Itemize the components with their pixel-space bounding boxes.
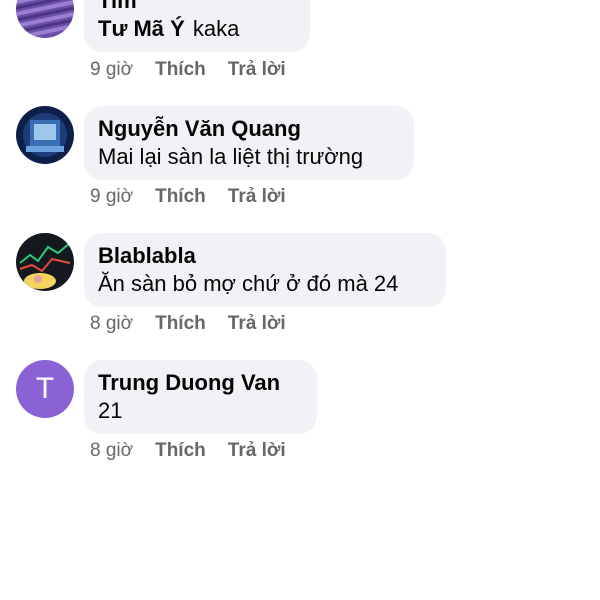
- comment-text: Ăn sàn bỏ mợ chứ ở đó mà 24: [98, 271, 399, 296]
- comment-actions: 9 giờ Thích Trả lời: [90, 59, 308, 81]
- reply-button[interactable]: Trả lời: [228, 59, 286, 80]
- mention-link[interactable]: Tư Mã Ý: [98, 16, 185, 41]
- comment-text: Tư Mã Ý kaka: [98, 14, 294, 44]
- reply-button[interactable]: Trả lời: [228, 313, 286, 334]
- comment-author[interactable]: Nguyễn Văn Quang: [98, 116, 398, 142]
- like-button[interactable]: Thích: [155, 186, 206, 207]
- comment-time[interactable]: 8 giờ: [90, 440, 133, 461]
- comment-text: 21: [98, 398, 123, 423]
- like-button[interactable]: Thích: [155, 59, 206, 80]
- comment-author[interactable]: Tim: [98, 0, 294, 14]
- reply-button[interactable]: Trả lời: [228, 440, 286, 461]
- comment-actions: 8 giờ Thích Trả lời: [90, 313, 308, 335]
- comment-time[interactable]: 9 giờ: [90, 59, 133, 80]
- comment-time[interactable]: 9 giờ: [90, 186, 133, 207]
- comment-author[interactable]: Blablabla: [98, 243, 430, 269]
- comment-bubble: Nguyễn Văn Quang Mai lại sàn la liệt thị…: [84, 106, 414, 180]
- comment-bubble: Blablabla Ăn sàn bỏ mợ chứ ở đó mà 24: [84, 233, 446, 307]
- avatar[interactable]: T: [16, 360, 74, 418]
- comment-body: kaka: [192, 16, 240, 41]
- like-button[interactable]: Thích: [155, 313, 206, 334]
- reply-button[interactable]: Trả lời: [228, 186, 286, 207]
- comment-time[interactable]: 8 giờ: [90, 313, 133, 334]
- comment-bubble: Tim Tư Mã Ý kaka: [84, 0, 310, 52]
- comment-text: Mai lại sàn la liệt thị trường: [98, 144, 364, 169]
- avatar[interactable]: [16, 106, 74, 164]
- comment-actions: 8 giờ Thích Trả lời: [90, 440, 308, 462]
- avatar[interactable]: [16, 233, 74, 291]
- like-button[interactable]: Thích: [155, 440, 206, 461]
- comment-bubble: Trung Duong Van 21: [84, 360, 317, 434]
- avatar[interactable]: [16, 0, 74, 38]
- comment-author[interactable]: Trung Duong Van: [98, 370, 301, 396]
- comment-actions: 9 giờ Thích Trả lời: [90, 186, 308, 208]
